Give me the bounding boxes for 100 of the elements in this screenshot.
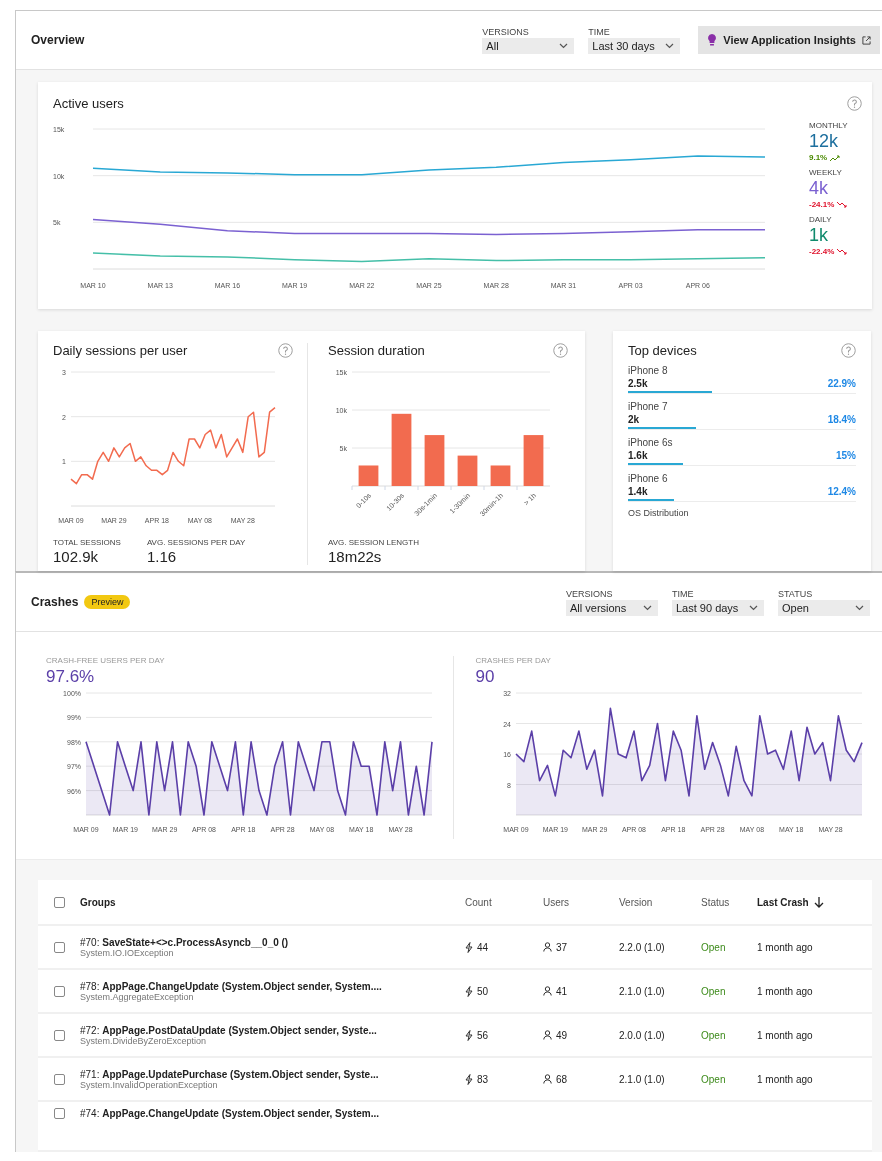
stat-label: WEEKLY bbox=[809, 168, 843, 177]
dropdown[interactable]: Last 90 days bbox=[672, 599, 764, 616]
device-percent: 15% bbox=[836, 450, 856, 461]
column-header[interactable]: Users bbox=[543, 896, 570, 908]
device-count: 2.5k bbox=[628, 378, 648, 389]
table-cell: 44 bbox=[477, 941, 489, 953]
device-name: iPhone 6 bbox=[628, 473, 669, 484]
checkbox[interactable] bbox=[53, 1029, 65, 1041]
table-cell: 2.1.0 (1.0) bbox=[619, 985, 665, 997]
table-cell: 1 month ago bbox=[757, 941, 813, 953]
crash-group-title[interactable]: #70: SaveState+<>c.ProcessAsyncb__0_0 () bbox=[80, 936, 289, 948]
card-title: Active users bbox=[53, 96, 124, 111]
table-cell: 2.0.0 (1.0) bbox=[619, 1029, 665, 1041]
crash-group-title[interactable]: #71: AppPage.UpdatePurchase (System.Object sender, Syste... bbox=[80, 1068, 379, 1080]
device-percent: 12.4% bbox=[827, 486, 856, 497]
chart-label: CRASH-FREE USERS PER DAY bbox=[46, 656, 166, 665]
table-cell: 2.1.0 (1.0) bbox=[619, 1073, 665, 1085]
chart-label: CRASHES PER DAY bbox=[475, 656, 552, 665]
insights-button[interactable]: View Application Insights bbox=[698, 26, 880, 54]
column-header[interactable]: Groups bbox=[80, 896, 116, 908]
stat-value: 102.9k bbox=[53, 548, 100, 565]
table-cell: 41 bbox=[556, 985, 568, 997]
device-count: 1.4k bbox=[628, 486, 648, 497]
status-text: Open bbox=[701, 941, 726, 953]
device-name: iPhone 6s bbox=[628, 437, 674, 448]
filter-label: TIME bbox=[672, 588, 695, 599]
bar bbox=[358, 465, 379, 486]
bar bbox=[523, 435, 544, 486]
checkbox[interactable] bbox=[53, 1073, 65, 1085]
lightning-icon bbox=[465, 1029, 473, 1041]
stat-label: AVG. SESSION LENGTH bbox=[328, 538, 419, 547]
arrow-down-icon bbox=[813, 896, 824, 908]
stat-label: MONTHLY bbox=[809, 121, 849, 130]
column-header[interactable]: Last Crash bbox=[757, 896, 824, 908]
checkbox[interactable] bbox=[53, 985, 65, 997]
filter-label: TIME bbox=[588, 26, 611, 37]
crash-group-title[interactable]: #74: AppPage.ChangeUpdate (System.Object sender, System... bbox=[80, 1108, 379, 1119]
filter-label: VERSIONS bbox=[482, 26, 530, 37]
help-icon bbox=[553, 343, 568, 358]
bar bbox=[424, 435, 445, 486]
table-cell: 2.2.0 (1.0) bbox=[619, 941, 665, 953]
stat-value: 1k bbox=[809, 225, 829, 246]
chevron-down-icon bbox=[559, 42, 569, 49]
device-name: iPhone 7 bbox=[628, 401, 669, 412]
exception-name: System.AggregateException bbox=[80, 991, 194, 1002]
exception-name: System.InvalidOperationException bbox=[80, 1079, 218, 1090]
exception-name: System.DivideByZeroException bbox=[80, 1035, 207, 1046]
status-text: Open bbox=[701, 1029, 726, 1041]
dropdown[interactable]: All bbox=[482, 37, 575, 54]
exception-name: System.IO.IOException bbox=[80, 947, 174, 958]
lightning-icon bbox=[465, 941, 473, 953]
status-text: Open bbox=[701, 1073, 726, 1085]
change-value: -22.4% bbox=[809, 247, 835, 256]
status-text: Open bbox=[701, 985, 726, 997]
bar bbox=[457, 455, 478, 486]
stat-value: 12k bbox=[809, 131, 840, 152]
section-title: Overview bbox=[31, 33, 85, 47]
checkbox[interactable] bbox=[53, 941, 65, 953]
chart-value: 97.6% bbox=[46, 667, 96, 687]
dropdown[interactable]: Last 30 days bbox=[588, 37, 681, 54]
stat-label: AVG. SESSIONS PER DAY bbox=[146, 538, 246, 547]
help-icon bbox=[847, 96, 862, 111]
section-label: OS Distribution bbox=[628, 508, 690, 518]
stat-label: TOTAL SESSIONS bbox=[53, 538, 121, 547]
bar bbox=[490, 465, 511, 486]
change-value: 9.1% bbox=[809, 153, 828, 162]
column-header[interactable]: Count bbox=[465, 896, 492, 908]
column-header[interactable]: Status bbox=[701, 896, 730, 908]
filter-label: STATUS bbox=[778, 588, 814, 599]
stat-value: 1.16 bbox=[146, 548, 178, 565]
stat-label: DAILY bbox=[809, 215, 833, 224]
chart-value: 90 bbox=[475, 667, 496, 687]
card-title: Session duration bbox=[328, 343, 425, 358]
table-cell: 56 bbox=[477, 1029, 489, 1041]
person-icon bbox=[543, 1074, 552, 1084]
table-cell: 37 bbox=[556, 941, 568, 953]
crash-group-title[interactable]: #78: AppPage.ChangeUpdate (System.Object sender, System.... bbox=[80, 980, 382, 992]
dropdown[interactable]: Open bbox=[778, 599, 870, 616]
device-percent: 22.9% bbox=[827, 378, 856, 389]
table-cell: 1 month ago bbox=[757, 985, 813, 997]
device-count: 1.6k bbox=[628, 450, 648, 461]
help-icon bbox=[841, 343, 856, 358]
help-icon bbox=[278, 343, 293, 358]
table-cell: 1 month ago bbox=[757, 1073, 813, 1085]
checkbox[interactable] bbox=[53, 896, 65, 908]
crash-group-title[interactable]: #72: AppPage.PostDataUpdate (System.Object sender, Syste... bbox=[80, 1024, 377, 1036]
chevron-down-icon bbox=[665, 42, 675, 49]
lightbulb-icon bbox=[707, 33, 718, 47]
device-name: iPhone 8 bbox=[628, 365, 669, 376]
column-header[interactable]: Version bbox=[619, 896, 653, 908]
chevron-down-icon bbox=[643, 604, 652, 611]
person-icon bbox=[543, 1030, 552, 1040]
dropdown[interactable]: All versions bbox=[566, 599, 658, 616]
table-cell: 83 bbox=[477, 1073, 489, 1085]
lightning-icon bbox=[465, 1073, 473, 1085]
chevron-down-icon bbox=[855, 604, 864, 611]
lightning-icon bbox=[465, 985, 473, 997]
stat-value: 18m22s bbox=[328, 548, 383, 565]
preview-badge: Preview bbox=[84, 595, 131, 609]
checkbox[interactable] bbox=[53, 1108, 65, 1119]
